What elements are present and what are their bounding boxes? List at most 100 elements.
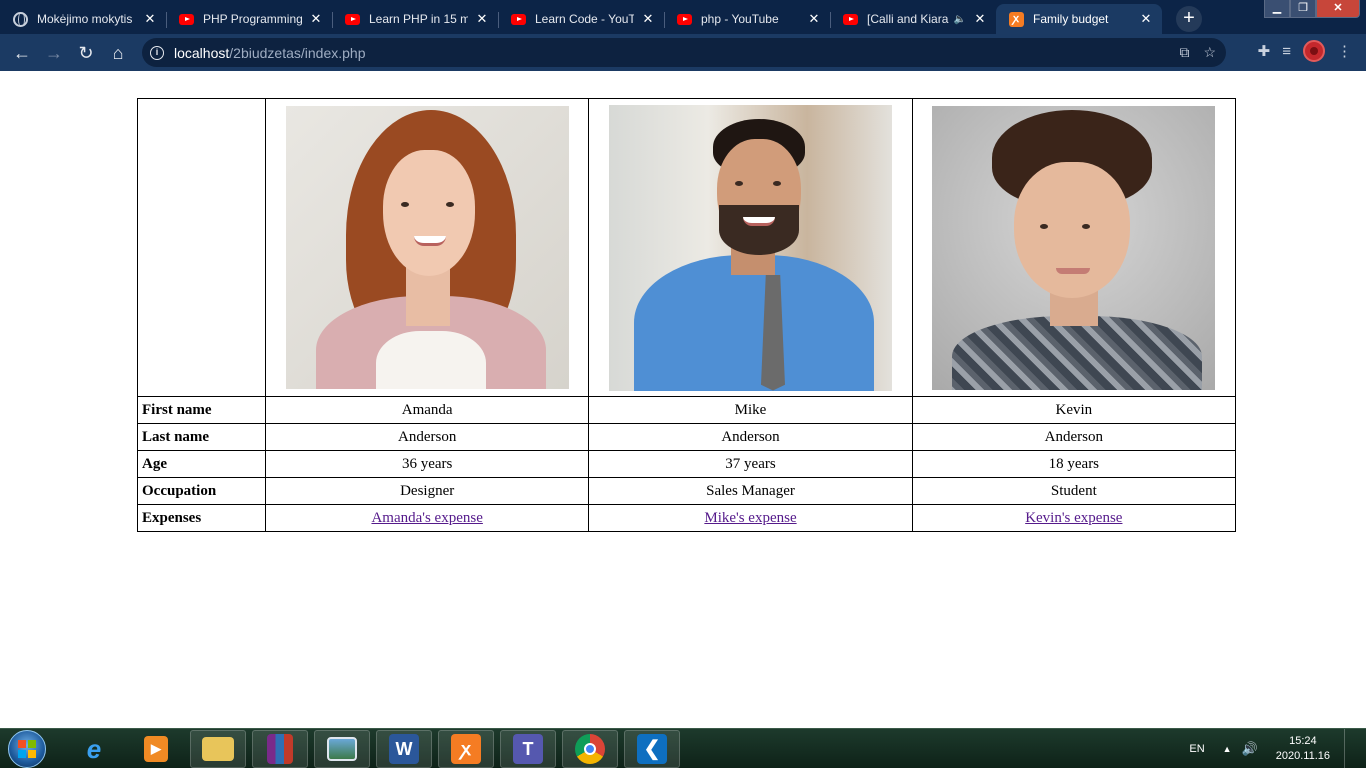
close-icon[interactable]: ✕ xyxy=(1138,11,1154,27)
extensions-icon[interactable]: ✚ xyxy=(1258,42,1271,60)
new-tab-button[interactable]: + xyxy=(1176,6,1202,32)
photo-viewer-icon[interactable] xyxy=(314,729,370,768)
url-text: localhost/2biudzetas/index.php xyxy=(174,45,365,61)
tab-mokejimo[interactable]: Mokėjimo mokytis ✕ xyxy=(0,4,166,34)
url-host: localhost xyxy=(174,44,230,61)
kevin-photo xyxy=(932,105,1216,390)
kevin-expense-link[interactable]: Kevin's expense xyxy=(1025,510,1122,526)
language-indicator[interactable]: EN xyxy=(1189,743,1204,755)
close-icon[interactable]: ✕ xyxy=(972,11,988,27)
age-row: Age 36 years 37 years 18 years xyxy=(137,450,1237,478)
close-icon[interactable]: ✕ xyxy=(142,11,158,27)
age-amanda: 36 years xyxy=(264,450,590,478)
browser-toolbar: ← → ↻ ⌂ i localhost/2biudzetas/index.php… xyxy=(0,34,1366,71)
expense-cell-kevin: Kevin's expense xyxy=(911,504,1237,532)
tab-calli-kiara[interactable]: [Calli and Kiara 🔈 ✕ xyxy=(830,4,996,34)
clock[interactable]: 15:24 2020.11.16 xyxy=(1276,734,1330,764)
xampp-icon[interactable]: ꭗ xyxy=(438,729,494,768)
tab-title: Mokėjimo mokytis xyxy=(37,12,133,26)
close-icon[interactable]: ✕ xyxy=(474,11,490,27)
tab-strip: Mokėjimo mokytis ✕ PHP Programming ✕ Lea… xyxy=(0,0,1366,34)
internet-explorer-icon[interactable]: e xyxy=(66,730,122,768)
last-name-label: Last name xyxy=(137,423,266,451)
youtube-icon xyxy=(510,11,526,27)
reload-button[interactable]: ↻ xyxy=(70,37,102,69)
occupation-mike: Sales Manager xyxy=(588,477,913,505)
age-mike: 37 years xyxy=(588,450,913,478)
mike-expense-link[interactable]: Mike's expense xyxy=(704,510,796,526)
tab-learn-code[interactable]: Learn Code - YouTu ✕ xyxy=(498,4,664,34)
occupation-kevin: Student xyxy=(911,477,1237,505)
tab-family-budget[interactable]: ꭗ Family budget ✕ xyxy=(996,4,1162,34)
occupation-row: Occupation Designer Sales Manager Studen… xyxy=(137,477,1237,505)
file-explorer-icon[interactable] xyxy=(190,729,246,768)
youtube-icon xyxy=(178,11,194,27)
empty-corner-cell xyxy=(137,98,266,397)
youtube-icon xyxy=(344,11,360,27)
info-icon[interactable]: i xyxy=(150,45,164,60)
teams-icon[interactable]: T xyxy=(500,729,556,768)
media-player-icon[interactable]: ▶ xyxy=(128,730,184,768)
maximize-button[interactable]: ❐ xyxy=(1290,0,1316,18)
first-name-amanda: Amanda xyxy=(264,396,590,424)
tab-title: php - YouTube xyxy=(701,12,779,26)
back-button[interactable]: ← xyxy=(6,37,38,69)
occupation-amanda: Designer xyxy=(264,477,590,505)
word-icon[interactable]: W xyxy=(376,729,432,768)
last-name-mike: Anderson xyxy=(588,423,913,451)
tab-learn-php[interactable]: Learn PHP in 15 mi ✕ xyxy=(332,4,498,34)
home-button[interactable]: ⌂ xyxy=(102,37,134,69)
close-window-button[interactable]: ✕ xyxy=(1316,0,1360,18)
expense-cell-mike: Mike's expense xyxy=(588,504,913,532)
close-icon[interactable]: ✕ xyxy=(308,11,324,27)
photo-row xyxy=(137,98,1237,397)
age-label: Age xyxy=(137,450,266,478)
youtube-icon xyxy=(676,11,692,27)
windows-taskbar: e ▶ W ꭗ T ❮ EN ▲ 🔊 15:24 2020.11.16 xyxy=(0,728,1366,768)
winrar-icon[interactable] xyxy=(252,729,308,768)
tray-arrow-icon[interactable]: ▲ xyxy=(1223,744,1232,754)
address-bar[interactable]: i localhost/2biudzetas/index.php ⧉ ☆ xyxy=(142,38,1226,67)
first-name-label: First name xyxy=(137,396,266,424)
first-name-mike: Mike xyxy=(588,396,913,424)
close-icon[interactable]: ✕ xyxy=(806,11,822,27)
last-name-amanda: Anderson xyxy=(264,423,590,451)
system-tray: EN ▲ 🔊 15:24 2020.11.16 xyxy=(1189,729,1356,768)
show-desktop-button[interactable] xyxy=(1344,729,1356,768)
amanda-photo xyxy=(285,106,569,389)
windows-logo-icon xyxy=(18,739,36,758)
bookmark-star-icon[interactable]: ☆ xyxy=(1203,44,1216,61)
expenses-row: Expenses Amanda's expense Mike's expense… xyxy=(137,504,1237,532)
translate-icon[interactable]: ⧉ xyxy=(1179,44,1189,61)
minimize-button[interactable]: ▁ xyxy=(1264,0,1290,18)
tab-title: Learn PHP in 15 mi xyxy=(369,12,468,26)
family-table: First name Amanda Mike Kevin Last name A… xyxy=(137,98,1237,532)
first-name-kevin: Kevin xyxy=(911,396,1237,424)
menu-kebab-icon[interactable]: ⋮ xyxy=(1337,42,1352,60)
photo-cell-kevin xyxy=(911,98,1237,397)
media-queue-icon[interactable]: ≡ xyxy=(1282,43,1291,60)
mike-photo xyxy=(608,104,892,391)
photo-cell-mike xyxy=(588,98,913,397)
vscode-icon[interactable]: ❮ xyxy=(624,729,680,768)
tab-php-programming[interactable]: PHP Programming ✕ xyxy=(166,4,332,34)
start-button[interactable] xyxy=(8,729,46,768)
amanda-expense-link[interactable]: Amanda's expense xyxy=(371,510,482,526)
tab-php-youtube[interactable]: php - YouTube ✕ xyxy=(664,4,830,34)
volume-icon[interactable]: 🔊 xyxy=(1242,741,1258,757)
forward-button[interactable]: → xyxy=(38,37,70,69)
profile-avatar[interactable] xyxy=(1303,40,1325,62)
last-name-row: Last name Anderson Anderson Anderson xyxy=(137,423,1237,451)
youtube-icon xyxy=(842,11,858,27)
clock-time: 15:24 xyxy=(1289,735,1317,747)
clock-date: 2020.11.16 xyxy=(1275,750,1330,762)
tab-title: PHP Programming xyxy=(203,12,302,26)
speaker-icon[interactable]: 🔈 xyxy=(954,14,966,25)
window-controls: ▁ ❐ ✕ xyxy=(1264,0,1360,18)
last-name-kevin: Anderson xyxy=(911,423,1237,451)
close-icon[interactable]: ✕ xyxy=(640,11,656,27)
occupation-label: Occupation xyxy=(137,477,266,505)
page-content: First name Amanda Mike Kevin Last name A… xyxy=(0,71,1366,728)
photo-cell-amanda xyxy=(264,98,590,397)
chrome-icon[interactable] xyxy=(562,729,618,768)
